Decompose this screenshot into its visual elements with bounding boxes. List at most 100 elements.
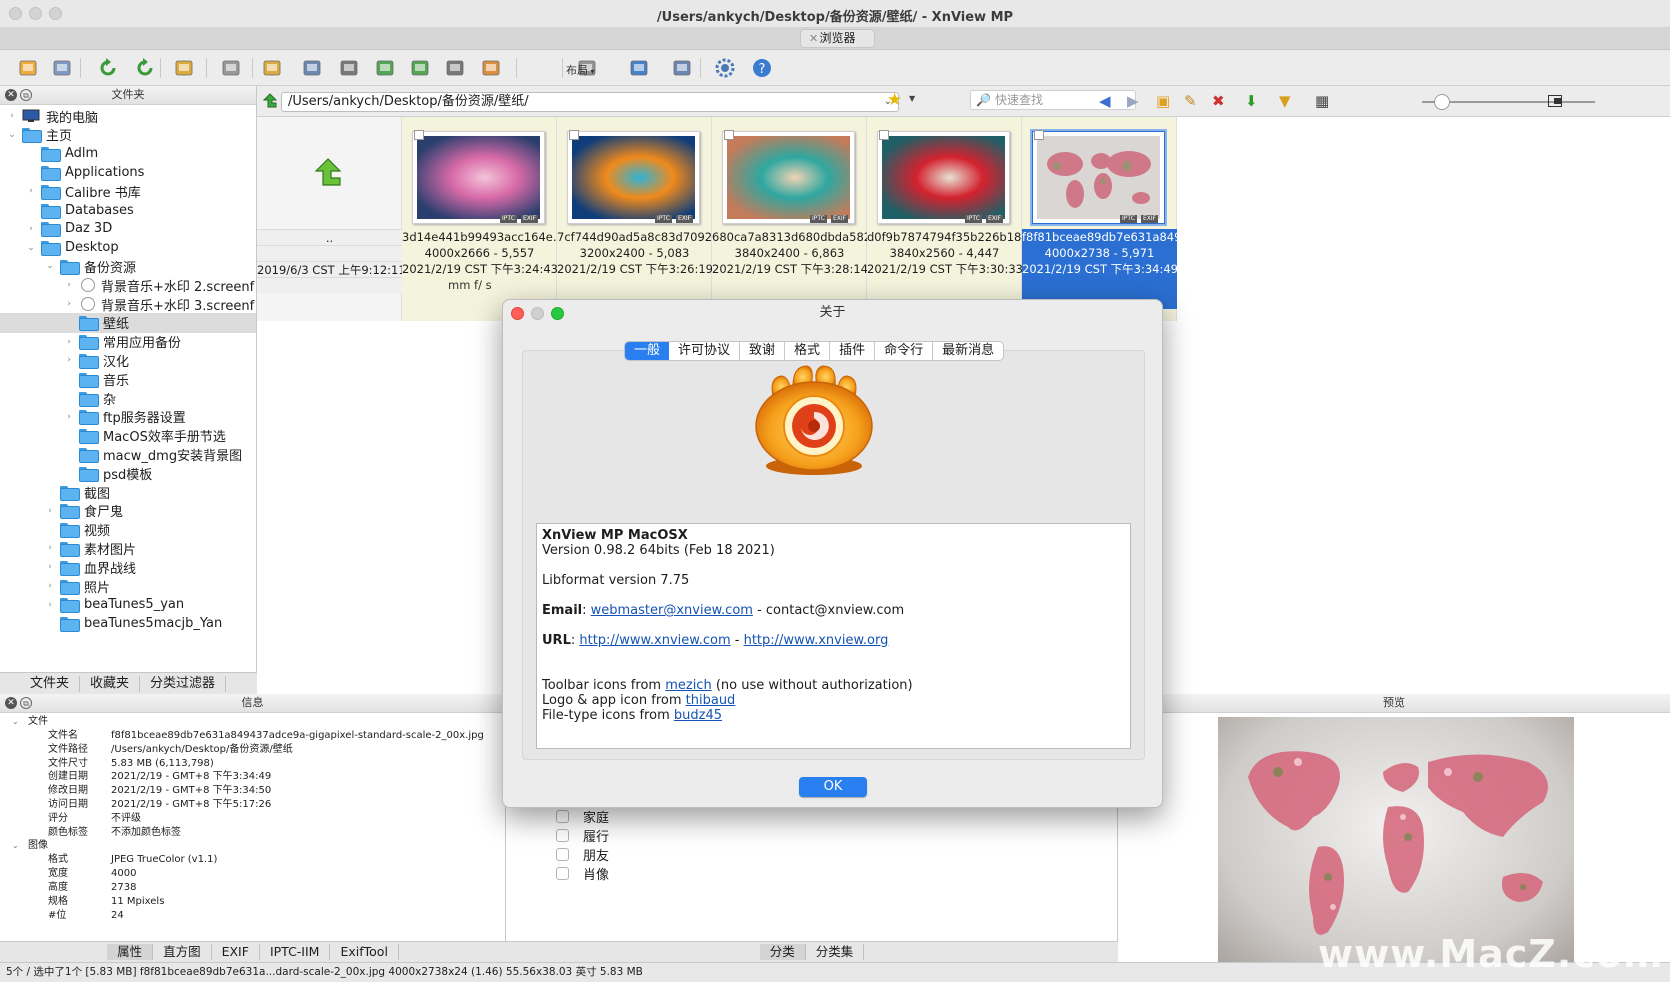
fullscreen-icon[interactable] (48, 54, 76, 82)
email-link[interactable]: webmaster@xnview.com (591, 603, 753, 618)
expanded-arrow-icon[interactable]: ⌄ (12, 839, 19, 853)
calendar-icon[interactable] (668, 54, 696, 82)
collapsed-arrow-icon[interactable]: › (25, 224, 37, 234)
collapsed-arrow-icon[interactable]: › (44, 543, 56, 553)
close-tab-icon[interactable]: ✕ (809, 30, 818, 47)
favorite-star-icon[interactable]: ★ (887, 90, 902, 110)
rotate-left-icon[interactable] (94, 54, 122, 82)
tree-item[interactable]: › 素材图片 (0, 538, 256, 558)
favorite-dropdown-icon[interactable]: ▼ (909, 94, 915, 103)
parent-folder-icon[interactable] (261, 92, 279, 110)
collapsed-arrow-icon[interactable]: › (63, 412, 75, 422)
parent-folder-cell[interactable]: .. 2019/6/3 CST 上午9:12:11 (257, 117, 402, 321)
quick-search-input[interactable]: 🔎 快速查找 (970, 90, 1136, 110)
close-panel-icon[interactable]: ✕ (5, 89, 17, 101)
tree-item[interactable]: 杂 (0, 388, 256, 408)
collapsed-arrow-icon[interactable]: › (63, 299, 75, 309)
delete-icon[interactable]: ✖ (1212, 92, 1225, 110)
tab-category-1[interactable]: 分类集 (806, 944, 865, 960)
slideshow-icon[interactable] (477, 54, 505, 82)
expanded-arrow-icon[interactable]: ⌄ (44, 261, 56, 271)
category-item[interactable]: 肖像 (556, 863, 609, 883)
thumbnail-item[interactable]: IPTC EXIF 7cf744d90ad5a8c83d7092... 3200x24… (557, 117, 712, 321)
settings-icon[interactable] (711, 54, 739, 82)
expanded-arrow-icon[interactable]: ⌄ (6, 130, 18, 140)
thumbnail-checkbox[interactable] (879, 130, 889, 140)
about-tab-6[interactable]: 最新消息 (933, 342, 1003, 360)
convert-icon[interactable] (371, 54, 399, 82)
print-icon[interactable] (335, 54, 363, 82)
view-mode-icon[interactable]: ▦ (1315, 92, 1329, 110)
category-checkbox[interactable] (556, 847, 569, 861)
tree-item[interactable]: › 背景音乐+水印 3.screenf (0, 294, 256, 314)
ok-button[interactable]: OK (799, 777, 867, 797)
about-tab-4[interactable]: 插件 (830, 342, 876, 360)
compare-icon[interactable] (217, 54, 245, 82)
collapsed-arrow-icon[interactable]: › (44, 562, 56, 572)
tree-item[interactable]: 音乐 (0, 369, 256, 389)
collapsed-arrow-icon[interactable]: › (63, 337, 75, 347)
back-arrow-icon[interactable]: ◀ (1099, 92, 1111, 110)
forward-arrow-icon[interactable]: ▶ (1127, 92, 1139, 110)
tab-folders[interactable]: 文件夹 (20, 675, 81, 692)
batch-icon[interactable] (406, 54, 434, 82)
collapsed-arrow-icon[interactable]: › (6, 111, 18, 121)
rename-icon[interactable]: ✎ (1184, 92, 1197, 110)
float-panel-icon[interactable]: ⧉ (20, 697, 32, 709)
copy-to-icon[interactable] (258, 54, 286, 82)
collapsed-arrow-icon[interactable]: › (44, 581, 56, 591)
capture-icon[interactable] (441, 54, 469, 82)
collapsed-arrow-icon[interactable]: › (44, 600, 56, 610)
tree-item[interactable]: 壁纸 (0, 312, 256, 333)
import-icon[interactable] (170, 54, 198, 82)
help-icon[interactable]: ? (748, 54, 776, 82)
category-item[interactable]: 家庭 (556, 807, 609, 827)
thumbnail-item[interactable]: IPTC EXIF d0f9b7874794f35b226b18... 3840x25… (867, 117, 1022, 321)
tab-favorites[interactable]: 收藏夹 (80, 675, 141, 692)
tree-item[interactable]: › 照片 (0, 576, 256, 596)
rotate-right-icon[interactable] (131, 54, 159, 82)
tab-info-4[interactable]: ExifTool (330, 944, 399, 960)
tree-item[interactable]: › ftp服务器设置 (0, 407, 256, 427)
thumbnail-checkbox[interactable] (414, 130, 424, 140)
tab-info-1[interactable]: 直方图 (153, 944, 212, 960)
tab-category-filter[interactable]: 分类过滤器 (140, 675, 227, 692)
expanded-arrow-icon[interactable]: ⌄ (12, 715, 19, 729)
tree-item[interactable]: Applications (0, 162, 256, 182)
tree-item[interactable]: › 血界战线 (0, 557, 256, 577)
path-input[interactable]: /Users/ankych/Desktop/备份资源/壁纸/ ⌄ (281, 92, 899, 112)
tree-item[interactable]: › Calibre 书库 (0, 181, 256, 201)
tree-item[interactable]: macw_dmg安装背景图 (0, 444, 256, 464)
tree-item[interactable]: psd模板 (0, 463, 256, 483)
category-checkbox[interactable] (556, 866, 569, 880)
layout-menu-button[interactable]: 布局 ▾ (566, 62, 595, 78)
thumbnail-item[interactable]: IPTC EXIF 680ca7a8313d680dbda582... 3840x24… (712, 117, 867, 321)
tree-item[interactable]: › 汉化 (0, 350, 256, 370)
tree-item[interactable]: Adlm (0, 144, 256, 164)
tree-item[interactable]: › 食尸鬼 (0, 501, 256, 521)
tree-item[interactable]: › 背景音乐+水印 2.screenf (0, 275, 256, 295)
collapsed-arrow-icon[interactable]: › (63, 280, 75, 290)
collapsed-arrow-icon[interactable]: › (25, 186, 37, 196)
tree-item[interactable]: ⌄ 备份资源 (0, 256, 256, 276)
category-checkbox[interactable] (556, 828, 569, 842)
tab-info-3[interactable]: IPTC-IIM (260, 944, 331, 960)
float-panel-icon[interactable]: ⧉ (20, 89, 32, 101)
category-checkbox[interactable] (556, 810, 569, 824)
info-section-header[interactable]: ⌄ 文件 (0, 715, 505, 729)
tree-item[interactable]: 截图 (0, 482, 256, 502)
info-section-header[interactable]: ⌄ 图像 (0, 839, 505, 853)
expanded-arrow-icon[interactable]: ⌄ (25, 243, 37, 253)
tab-category-0[interactable]: 分类 (759, 944, 806, 960)
open-icon[interactable] (14, 54, 42, 82)
about-tab-3[interactable]: 格式 (785, 342, 831, 360)
about-tab-0[interactable]: 一般 (625, 342, 670, 360)
tab-browser[interactable]: ✕ 浏览器 (800, 29, 875, 48)
category-item[interactable]: 履行 (556, 825, 609, 845)
view-toggle-icon[interactable] (1548, 95, 1562, 107)
thumbnail-checkbox[interactable] (1034, 130, 1044, 140)
tab-info-2[interactable]: EXIF (212, 944, 260, 960)
tab-info-0[interactable]: 属性 (107, 944, 154, 960)
url-link-org[interactable]: http://www.xnview.org (744, 633, 889, 648)
rating-icon[interactable] (625, 54, 653, 82)
